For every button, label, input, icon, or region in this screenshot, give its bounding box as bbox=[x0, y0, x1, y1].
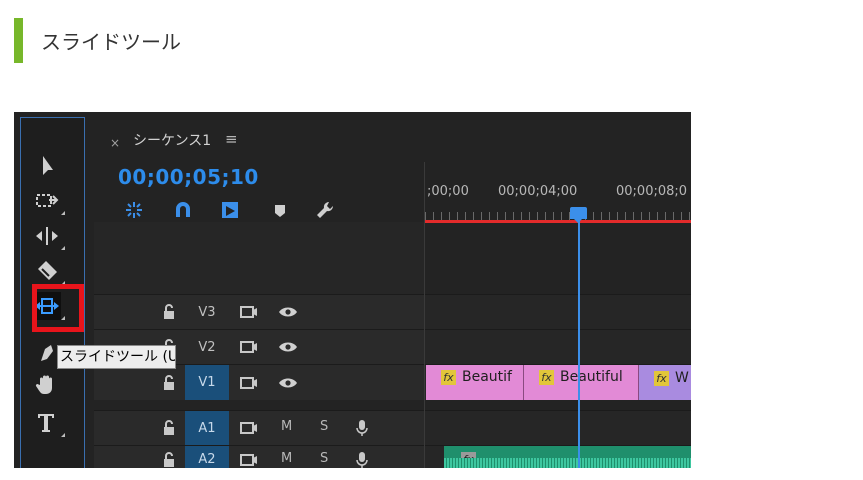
eye-icon[interactable] bbox=[278, 305, 298, 319]
hand-icon bbox=[35, 375, 52, 394]
lock-icon[interactable] bbox=[161, 451, 177, 468]
ripple-edit-icon bbox=[36, 227, 58, 245]
eye-icon[interactable] bbox=[278, 376, 298, 390]
track-v3: V3 bbox=[94, 294, 691, 329]
video-clip[interactable]: fx Beautiful bbox=[524, 365, 639, 400]
sync-lock-icon[interactable] bbox=[240, 453, 258, 467]
track-content[interactable]: fx Beautif fx Beautiful fx W bbox=[425, 364, 691, 400]
solo-button[interactable]: S bbox=[320, 419, 328, 434]
track-name[interactable]: V2 bbox=[185, 330, 229, 364]
audio-clip[interactable]: fx bbox=[444, 446, 691, 468]
page-title: スライドツール bbox=[41, 30, 181, 54]
ruler-label: 00;00;04;00 bbox=[498, 184, 578, 199]
mute-button[interactable]: M bbox=[281, 451, 292, 466]
clip-label: W bbox=[675, 370, 689, 386]
nest-sequence-icon[interactable] bbox=[123, 199, 145, 221]
fx-badge: fx bbox=[654, 370, 669, 386]
razor-tool[interactable] bbox=[33, 257, 65, 285]
selection-tool[interactable] bbox=[33, 152, 61, 180]
track-a1: A1 M S bbox=[94, 410, 691, 445]
track-header-spacer bbox=[94, 222, 425, 294]
clip-label: Beautif bbox=[462, 369, 512, 385]
audio-waveform bbox=[444, 458, 691, 468]
type-icon bbox=[38, 414, 54, 432]
playhead-tip bbox=[572, 217, 584, 223]
track-header: A2 M S bbox=[94, 445, 424, 468]
fx-badge: fx bbox=[539, 369, 554, 385]
time-ruler[interactable]: ;00;00 00;00;04;00 00;00;08;0 bbox=[425, 162, 691, 223]
track-header: V1 bbox=[94, 364, 424, 400]
tab-close-button[interactable]: × bbox=[110, 136, 120, 150]
premiere-editor-screenshot: × シーケンス1 ≡ 00;00;05;10 ;00;00 00;00;04;0… bbox=[14, 112, 691, 468]
razor-icon bbox=[38, 261, 57, 280]
track-header: A1 M S bbox=[94, 410, 424, 445]
track-v2: V2 bbox=[94, 329, 691, 364]
sequence-tab[interactable]: シーケンス1 bbox=[133, 130, 211, 150]
ripple-edit-tool[interactable] bbox=[33, 222, 65, 250]
track-name[interactable]: V1 bbox=[185, 365, 229, 400]
track-a2: A2 M S fx bbox=[94, 445, 691, 468]
track-header: V3 bbox=[94, 294, 424, 329]
panel-menu-icon[interactable]: ≡ bbox=[225, 130, 238, 148]
track-name[interactable]: A2 bbox=[185, 446, 229, 468]
track-content[interactable]: fx bbox=[425, 445, 691, 468]
track-v1: V1 fx Beautif fx Beautiful fx W bbox=[94, 364, 691, 400]
linked-selection-icon[interactable] bbox=[219, 199, 241, 221]
microphone-icon[interactable] bbox=[356, 419, 368, 437]
fx-badge: fx bbox=[441, 369, 456, 385]
add-marker-icon[interactable] bbox=[269, 199, 291, 221]
track-select-icon bbox=[36, 194, 59, 207]
playhead-line bbox=[578, 214, 580, 468]
timeline-panel: × シーケンス1 ≡ 00;00;05;10 ;00;00 00;00;04;0… bbox=[94, 117, 691, 468]
video-clip[interactable]: fx W bbox=[639, 365, 691, 400]
type-tool[interactable] bbox=[33, 409, 65, 437]
video-clip[interactable]: fx Beautif bbox=[426, 365, 524, 400]
track-content[interactable] bbox=[425, 410, 691, 445]
track-select-tool[interactable] bbox=[33, 187, 65, 215]
track-content[interactable] bbox=[425, 294, 691, 329]
track-content[interactable] bbox=[425, 329, 691, 364]
sync-lock-icon[interactable] bbox=[240, 421, 258, 435]
sync-lock-icon[interactable] bbox=[240, 340, 258, 354]
arrow-icon bbox=[43, 156, 53, 175]
sync-lock-icon[interactable] bbox=[240, 376, 258, 390]
snap-magnet-icon[interactable] bbox=[172, 199, 194, 221]
track-name[interactable]: V3 bbox=[185, 295, 229, 329]
ruler-label: ;00;00 bbox=[427, 184, 469, 199]
hand-tool[interactable] bbox=[33, 371, 61, 399]
heading-accent-bar bbox=[14, 18, 23, 63]
work-area-bar bbox=[425, 220, 691, 223]
ruler-ticks bbox=[425, 212, 691, 220]
wrench-icon[interactable] bbox=[314, 199, 336, 221]
slide-tool-highlight bbox=[32, 284, 84, 332]
lock-icon[interactable] bbox=[161, 374, 177, 391]
lock-icon[interactable] bbox=[161, 304, 177, 320]
mute-button[interactable]: M bbox=[281, 419, 292, 434]
timecode-display[interactable]: 00;00;05;10 bbox=[118, 165, 259, 189]
microphone-icon[interactable] bbox=[356, 451, 368, 469]
clip-label: Beautiful bbox=[560, 369, 623, 385]
ruler-label: 00;00;08;0 bbox=[616, 184, 688, 199]
sync-lock-icon[interactable] bbox=[240, 305, 258, 319]
track-name[interactable]: A1 bbox=[185, 411, 229, 445]
tool-tooltip: スライドツール (U) bbox=[57, 345, 176, 369]
eye-icon[interactable] bbox=[278, 340, 298, 354]
lock-icon[interactable] bbox=[161, 420, 177, 436]
solo-button[interactable]: S bbox=[320, 451, 328, 466]
